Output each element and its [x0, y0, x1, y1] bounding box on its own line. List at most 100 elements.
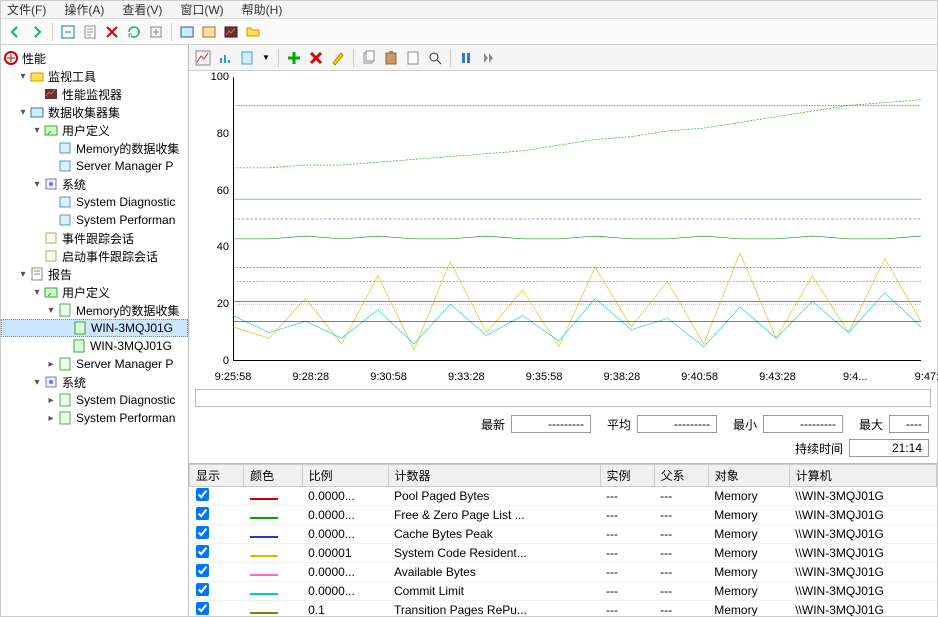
col-color[interactable]: 颜色: [244, 465, 303, 487]
tree-twisty[interactable]: ▾: [17, 269, 29, 280]
back-button[interactable]: [5, 22, 25, 42]
dropdown-arrow-icon[interactable]: ▼: [259, 53, 273, 62]
tree-node[interactable]: ▾用户定义: [1, 283, 188, 301]
tree-twisty[interactable]: [45, 161, 57, 172]
refresh-button[interactable]: [124, 22, 144, 42]
tree-node[interactable]: ▾数据收集器集: [1, 103, 188, 121]
window1-button[interactable]: [177, 22, 197, 42]
show-checkbox[interactable]: [196, 583, 209, 596]
menu-item[interactable]: 文件(F): [7, 1, 46, 18]
show-checkbox[interactable]: [196, 564, 209, 577]
folder-button[interactable]: [243, 22, 263, 42]
view-report-button[interactable]: [237, 48, 257, 68]
tree-root[interactable]: 性能: [1, 49, 188, 67]
tree-twisty[interactable]: ▾: [17, 71, 29, 82]
menu-item[interactable]: 操作(A): [64, 1, 104, 18]
tree-node[interactable]: 事件跟踪会话: [1, 229, 188, 247]
tree-twisty[interactable]: [31, 233, 43, 244]
export-button[interactable]: [146, 22, 166, 42]
table-row[interactable]: 0.0000...Available Bytes------Memory\\WI…: [190, 563, 937, 582]
tree-node[interactable]: ▾系统: [1, 373, 188, 391]
tree-twisty[interactable]: [60, 323, 72, 334]
tree-node[interactable]: ▾报告: [1, 265, 188, 283]
tree-twisty[interactable]: [45, 215, 57, 226]
show-checkbox[interactable]: [196, 507, 209, 520]
forward-button[interactable]: [27, 22, 47, 42]
tree-node[interactable]: Server Manager P: [1, 157, 188, 175]
properties-button[interactable]: [80, 22, 100, 42]
chart-button[interactable]: [221, 22, 241, 42]
window2-button[interactable]: [199, 22, 219, 42]
show-checkbox[interactable]: [196, 526, 209, 539]
tree-node[interactable]: WIN-3MQJ01G: [1, 337, 188, 355]
freeze-button[interactable]: [456, 48, 476, 68]
counters-table-wrap[interactable]: 显示 颜色 比例 计数器 实例 父系 对象 计算机 0.0000...Pool …: [189, 463, 937, 616]
tree-twisty[interactable]: ▾: [31, 287, 43, 298]
menubar[interactable]: 文件(F) 操作(A) 查看(V) 窗口(W) 帮助(H): [1, 1, 937, 19]
tree-twisty[interactable]: ▸: [45, 413, 57, 424]
add-counter-button[interactable]: [284, 48, 304, 68]
tree-node[interactable]: ▾监视工具: [1, 67, 188, 85]
zoom-button[interactable]: [425, 48, 445, 68]
highlight-button[interactable]: [328, 48, 348, 68]
table-row[interactable]: 0.0000...Pool Paged Bytes------Memory\\W…: [190, 487, 937, 506]
properties-chart-button[interactable]: [403, 48, 423, 68]
update-button[interactable]: [478, 48, 498, 68]
tree-node[interactable]: 启动事件跟踪会话: [1, 247, 188, 265]
chart-area[interactable]: 020406080100 9:25:589:28:289:30:589:33:2…: [189, 71, 937, 389]
menu-item[interactable]: 查看(V): [122, 1, 162, 18]
tree-twisty[interactable]: ▾: [31, 179, 43, 190]
menu-item[interactable]: 帮助(H): [242, 1, 283, 18]
view-histogram-button[interactable]: [215, 48, 235, 68]
col-parent[interactable]: 父系: [654, 465, 708, 487]
col-instance[interactable]: 实例: [600, 465, 654, 487]
tree-node[interactable]: WIN-3MQJ01G: [1, 319, 188, 337]
tree-node[interactable]: ▸System Performan: [1, 409, 188, 427]
col-object[interactable]: 对象: [708, 465, 789, 487]
show-checkbox[interactable]: [196, 488, 209, 501]
col-computer[interactable]: 计算机: [789, 465, 936, 487]
menu-item[interactable]: 窗口(W): [180, 1, 223, 18]
col-show[interactable]: 显示: [190, 465, 244, 487]
tree-twisty[interactable]: ▸: [45, 359, 57, 370]
remove-counter-button[interactable]: [306, 48, 326, 68]
tree-twisty[interactable]: ▾: [17, 107, 29, 118]
chart-hscroll[interactable]: [195, 389, 931, 407]
tree-twisty[interactable]: ▾: [31, 125, 43, 136]
tree-node[interactable]: System Performan: [1, 211, 188, 229]
tree-node[interactable]: ▸System Diagnostic: [1, 391, 188, 409]
table-row[interactable]: 0.0000...Commit Limit------Memory\\WIN-3…: [190, 582, 937, 601]
table-row[interactable]: 0.00001System Code Resident...------Memo…: [190, 544, 937, 563]
tree-node[interactable]: System Diagnostic: [1, 193, 188, 211]
tree-twisty[interactable]: [31, 89, 43, 100]
show-checkbox[interactable]: [196, 545, 209, 558]
copy-button[interactable]: [359, 48, 379, 68]
up-button[interactable]: [58, 22, 78, 42]
tree-twisty[interactable]: [59, 341, 71, 352]
tree-twisty[interactable]: [45, 197, 57, 208]
tree-node[interactable]: ▸Server Manager P: [1, 355, 188, 373]
show-checkbox[interactable]: [196, 602, 209, 615]
view-line-button[interactable]: [193, 48, 213, 68]
tree-node[interactable]: ▾ 用户定义: [1, 121, 188, 139]
tree-node[interactable]: Memory的数据收集: [1, 139, 188, 157]
table-row[interactable]: 0.0000...Free & Zero Page List ...------…: [190, 506, 937, 525]
tree-pane[interactable]: 性能 ▾监视工具 性能监视器▾数据收集器集▾用户定义 Memory的数据收集 S…: [1, 45, 189, 616]
tree-node[interactable]: ▾系统: [1, 175, 188, 193]
paste-button[interactable]: [381, 48, 401, 68]
table-row[interactable]: 0.0000...Cache Bytes Peak------Memory\\W…: [190, 525, 937, 544]
tree-node[interactable]: 性能监视器: [1, 85, 188, 103]
col-scale[interactable]: 比例: [302, 465, 388, 487]
tree-twisty[interactable]: ▾: [45, 305, 57, 316]
cell-instance: ---: [600, 601, 654, 617]
table-row[interactable]: 0.1Transition Pages RePu...------Memory\…: [190, 601, 937, 617]
col-counter[interactable]: 计数器: [388, 465, 600, 487]
tree-twisty[interactable]: [45, 143, 57, 154]
delete-button[interactable]: [102, 22, 122, 42]
tree-twisty[interactable]: [31, 251, 43, 262]
tree-twisty[interactable]: ▸: [45, 395, 57, 406]
cell-computer: \\WIN-3MQJ01G: [789, 563, 936, 582]
tree-twisty[interactable]: ▾: [31, 377, 43, 388]
tree-node[interactable]: ▾Memory的数据收集: [1, 301, 188, 319]
tree-node-label: 用户定义: [62, 122, 110, 139]
